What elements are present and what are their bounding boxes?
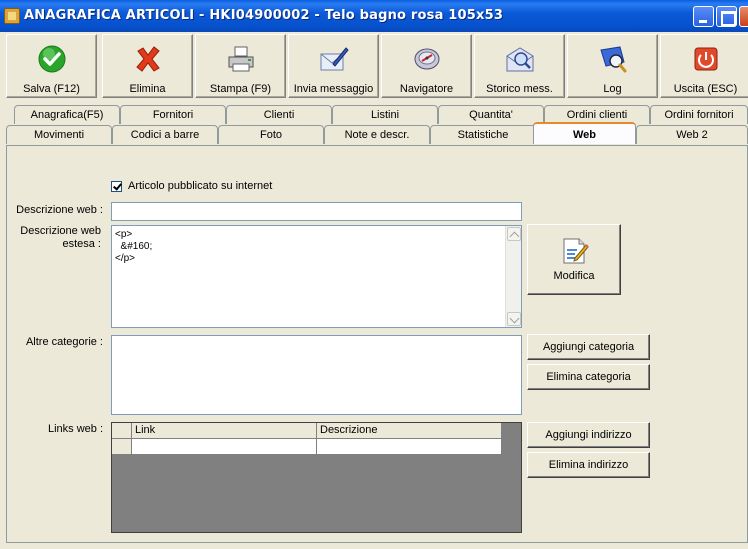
send-message-button[interactable]: Invia messaggio <box>288 34 379 98</box>
check-icon <box>38 45 65 73</box>
close-button[interactable] <box>739 6 748 27</box>
grid-header-descrizione[interactable]: Descrizione <box>317 423 502 439</box>
message-history-button[interactable]: Storico mess. <box>474 34 565 98</box>
send-message-label: Invia messaggio <box>293 83 374 95</box>
links-web-grid[interactable]: Link Descrizione <box>111 422 522 533</box>
delete-label: Elimina <box>129 83 166 95</box>
message-history-icon <box>506 47 533 72</box>
log-magnifier-icon <box>599 46 626 73</box>
descrizione-web-input[interactable] <box>111 202 522 221</box>
navigator-label: Navigatore <box>399 83 454 95</box>
elimina-indirizzo-button[interactable]: Elimina indirizzo <box>527 452 650 478</box>
grid-header-link[interactable]: Link <box>132 423 317 439</box>
save-label: Salva (F12) <box>23 83 80 95</box>
print-button[interactable]: Stampa (F9) <box>195 34 286 98</box>
aggiungi-indirizzo-button[interactable]: Aggiungi indirizzo <box>527 422 650 448</box>
tab-statistiche[interactable]: Statistiche <box>430 125 536 144</box>
save-button[interactable]: Salva (F12) <box>6 34 97 98</box>
message-pen-icon <box>320 47 349 71</box>
descrizione-estesa-textarea[interactable]: <p> &#160; </p> <box>111 225 522 328</box>
tab-anagrafica[interactable]: Anagrafica(F5) <box>14 105 120 124</box>
descrizione-estesa-label: Descrizione web estesa : <box>7 225 101 251</box>
grid-row-indicator[interactable] <box>112 439 132 455</box>
grid-cell-descrizione[interactable] <box>317 439 502 455</box>
published-checkbox[interactable] <box>111 181 122 192</box>
tab-movimenti[interactable]: Movimenti <box>6 125 112 144</box>
tab-fornitori[interactable]: Fornitori <box>120 105 226 124</box>
delete-x-icon <box>135 46 160 72</box>
web-panel: Articolo pubblicato su internet Descrizi… <box>6 145 748 543</box>
tab-row-2: Movimenti Codici a barre Foto Note e des… <box>6 122 748 144</box>
descrizione-web-label: Descrizione web : <box>16 204 103 216</box>
printer-icon <box>228 46 253 72</box>
title-bar[interactable]: ANAGRAFICA ARTICOLI - HKI04900002 - Telo… <box>0 0 748 32</box>
links-web-label: Links web : <box>47 423 103 435</box>
tab-ordini-fornitori[interactable]: Ordini fornitori <box>650 105 748 124</box>
altre-categorie-list[interactable] <box>111 335 522 415</box>
modifica-label: Modifica <box>553 270 595 282</box>
descrizione-estesa-label-line2: estesa : <box>62 238 101 250</box>
tab-clienti[interactable]: Clienti <box>226 105 332 124</box>
grid-cell-link[interactable] <box>132 439 317 455</box>
tab-quantita[interactable]: Quantita' <box>438 105 544 124</box>
scroll-up-arrow[interactable] <box>507 227 521 241</box>
navigator-icon <box>414 48 439 70</box>
tab-note-e-descr[interactable]: Note e descr. <box>324 125 430 144</box>
exit-power-icon <box>694 47 717 71</box>
navigator-button[interactable]: Navigatore <box>381 34 472 98</box>
log-label: Log <box>603 83 622 95</box>
toolbar: Salva (F12) Elimina Stampa (F9) Invia me… <box>6 34 748 98</box>
exit-button[interactable]: Uscita (ESC) <box>660 34 748 98</box>
maximize-button[interactable] <box>716 6 737 27</box>
tab-listini[interactable]: Listini <box>332 105 438 124</box>
tab-row-1: Anagrafica(F5) Fornitori Clienti Listini… <box>6 105 748 124</box>
grid-corner <box>112 423 132 439</box>
tab-web-2[interactable]: Web 2 <box>636 125 748 144</box>
scroll-down-arrow[interactable] <box>507 312 521 326</box>
aggiungi-categoria-button[interactable]: Aggiungi categoria <box>527 334 650 360</box>
descrizione-estesa-content: <p> &#160; </p> <box>115 229 153 264</box>
tab-foto[interactable]: Foto <box>218 125 324 144</box>
tab-codici-a-barre[interactable]: Codici a barre <box>112 125 218 144</box>
log-button[interactable]: Log <box>567 34 658 98</box>
altre-categorie-label: Altre categorie : <box>25 336 103 348</box>
message-history-label: Storico mess. <box>486 83 553 95</box>
exit-label: Uscita (ESC) <box>673 83 738 95</box>
tab-web[interactable]: Web <box>533 122 636 144</box>
published-checkbox-label: Articolo pubblicato su internet <box>128 180 273 192</box>
elimina-categoria-button[interactable]: Elimina categoria <box>527 364 650 390</box>
edit-document-icon <box>563 238 589 264</box>
app-icon <box>4 8 20 24</box>
minimize-button[interactable] <box>693 6 714 27</box>
window-title: ANAGRAFICA ARTICOLI - HKI04900002 - Telo… <box>24 8 504 23</box>
print-label: Stampa (F9) <box>209 83 272 95</box>
delete-button[interactable]: Elimina <box>102 34 193 98</box>
modifica-button[interactable]: Modifica <box>527 224 621 295</box>
descrizione-estesa-scrollbar[interactable] <box>505 226 521 327</box>
descrizione-estesa-label-line1: Descrizione web <box>20 225 101 237</box>
